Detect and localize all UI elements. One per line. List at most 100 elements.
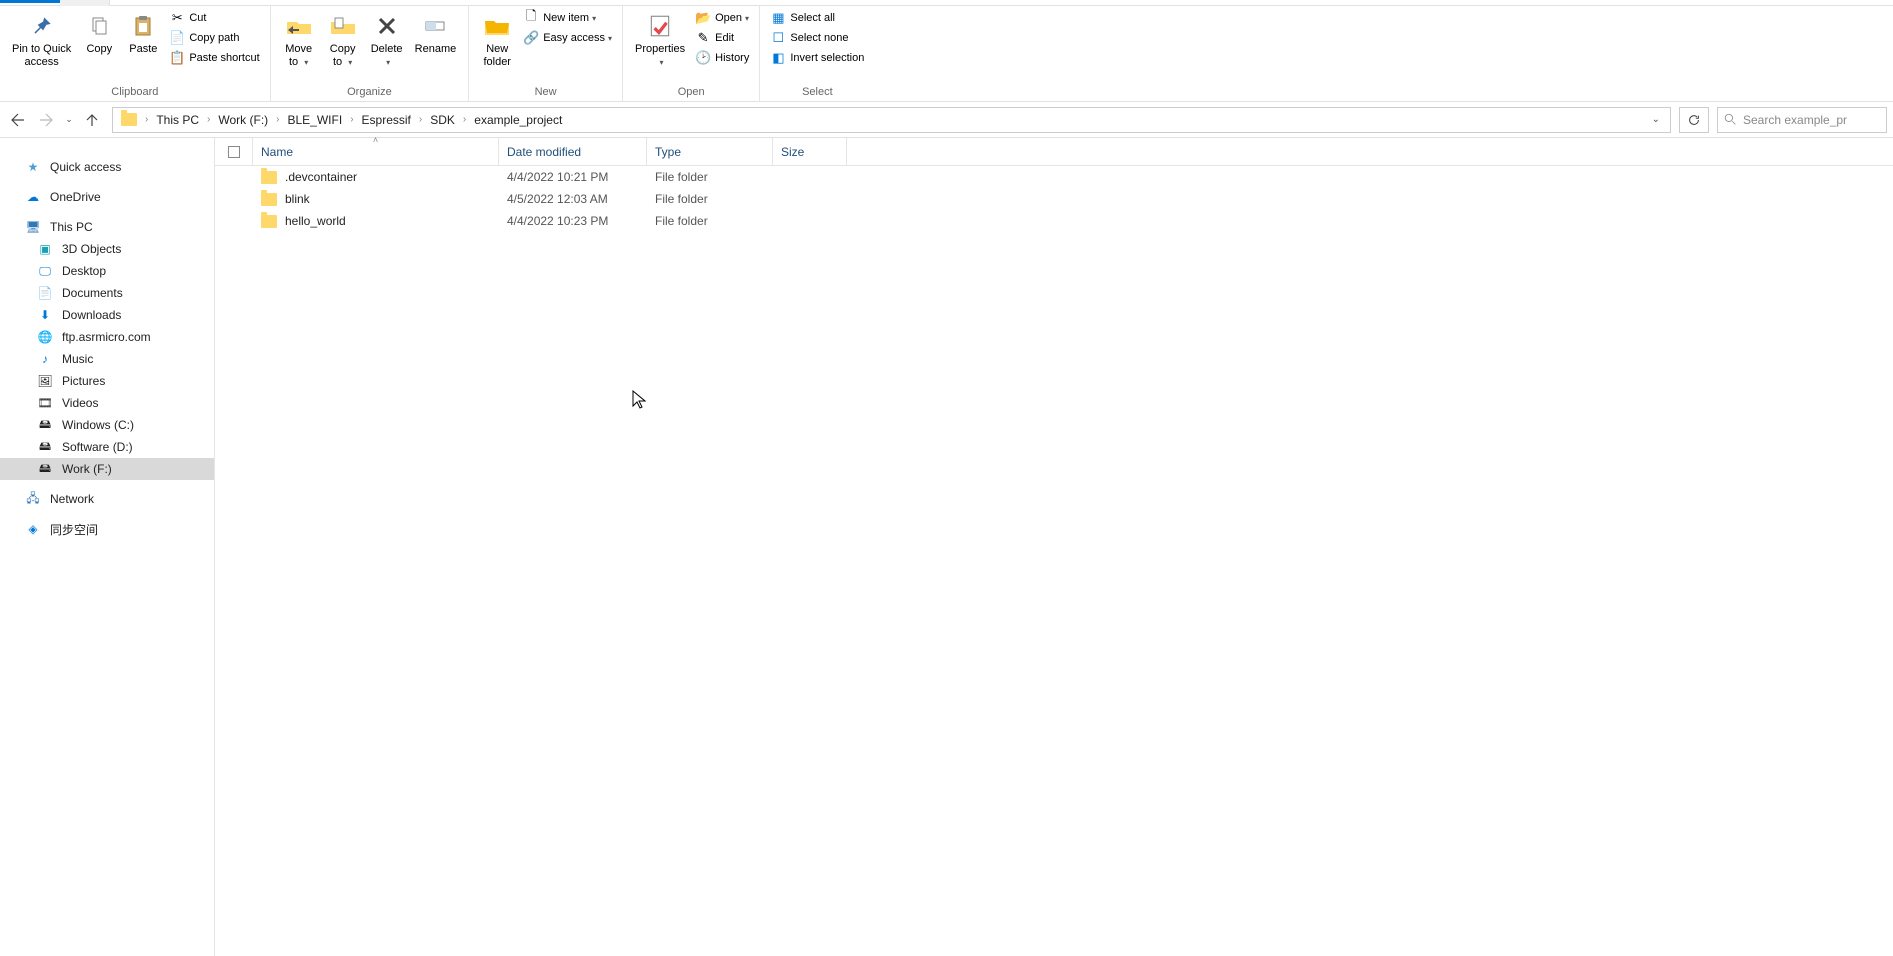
sidebar-label: Work (F:) [62, 462, 112, 476]
delete-label: Delete▾ [371, 43, 403, 69]
sidebar-item-onedrive[interactable]: ☁ OneDrive [0, 186, 214, 208]
sidebar-item-work-f[interactable]: 🖴 Work (F:) [0, 458, 214, 480]
column-name[interactable]: Name ˄ [253, 138, 499, 165]
sidebar-item-documents[interactable]: 📄 Documents [0, 282, 214, 304]
pin-to-quick-access-button[interactable]: Pin to Quick access [6, 8, 77, 71]
easy-access-icon: 🔗 [523, 30, 539, 46]
ftp-icon: 🌐 [36, 328, 54, 346]
sidebar-item-downloads[interactable]: ⬇ Downloads [0, 304, 214, 326]
search-input[interactable]: Search example_pr [1717, 107, 1887, 133]
paste-shortcut-icon: 📋 [169, 50, 185, 66]
sidebar-item-quick-access[interactable]: ★ Quick access [0, 156, 214, 178]
documents-icon: 📄 [36, 284, 54, 302]
table-row[interactable]: blink4/5/2022 12:03 AMFile folder [215, 188, 1893, 210]
sidebar-item-this-pc[interactable]: 🖥 This PC [0, 216, 214, 238]
file-name-cell[interactable]: .devcontainer [253, 170, 499, 184]
folder-icon [261, 193, 277, 206]
column-size[interactable]: Size [773, 138, 847, 165]
tab-file-selected[interactable] [0, 0, 60, 3]
sidebar-item-ftp[interactable]: 🌐 ftp.asrmicro.com [0, 326, 214, 348]
select-none-label: Select none [790, 32, 848, 44]
edit-button[interactable]: ✎ Edit [691, 28, 753, 48]
select-all-button[interactable]: ▦ Select all [766, 8, 868, 28]
sidebar-item-music[interactable]: ♪ Music [0, 348, 214, 370]
breadcrumb-sep: › [141, 114, 152, 125]
invert-selection-label: Invert selection [790, 52, 864, 64]
sidebar-item-network[interactable]: 🖧 Network [0, 488, 214, 510]
breadcrumb-item[interactable]: BLE_WIFI [284, 113, 347, 127]
open-label: Open [715, 12, 742, 24]
column-name-label: Name [261, 145, 293, 159]
forward-button[interactable] [34, 108, 58, 132]
back-button[interactable] [6, 108, 30, 132]
move-to-button[interactable]: Move to ▾ [277, 8, 321, 71]
properties-label: Properties▾ [635, 43, 685, 69]
sidebar-item-desktop[interactable]: 🖵 Desktop [0, 260, 214, 282]
new-item-button[interactable]: 🗋 New item ▾ [519, 8, 616, 28]
drive-icon: 🖴 [36, 416, 54, 434]
rename-button[interactable]: Rename [409, 8, 463, 58]
computer-icon: 🖥 [24, 218, 42, 236]
column-type[interactable]: Type [647, 138, 773, 165]
column-check[interactable] [215, 138, 253, 165]
breadcrumb-item[interactable]: SDK [426, 113, 459, 127]
sidebar-label: Network [50, 492, 94, 506]
open-group-label: Open [629, 84, 753, 102]
invert-selection-button[interactable]: ◧ Invert selection [766, 48, 868, 68]
column-type-label: Type [655, 145, 681, 159]
column-date[interactable]: Date modified [499, 138, 647, 165]
sidebar-label: Documents [62, 286, 123, 300]
properties-button[interactable]: Properties▾ [629, 8, 691, 71]
paste-shortcut-button[interactable]: 📋 Paste shortcut [165, 48, 263, 68]
breadcrumb-folder-icon [117, 113, 141, 126]
delete-button[interactable]: Delete▾ [365, 8, 409, 71]
column-size-label: Size [781, 145, 804, 159]
file-name-cell[interactable]: blink [253, 192, 499, 206]
copy-button[interactable]: Copy [77, 8, 121, 58]
open-button[interactable]: 📂 Open ▾ [691, 8, 753, 28]
refresh-button[interactable] [1679, 107, 1709, 133]
sidebar-item-windows-c[interactable]: 🖴 Windows (C:) [0, 414, 214, 436]
sidebar-label: 3D Objects [62, 242, 121, 256]
new-folder-button[interactable]: New folder [475, 8, 519, 71]
history-button[interactable]: 🕑 History [691, 48, 753, 68]
sync-icon: ◈ [24, 520, 42, 538]
table-row[interactable]: hello_world4/4/2022 10:23 PMFile folder [215, 210, 1893, 232]
select-none-button[interactable]: ☐ Select none [766, 28, 868, 48]
cut-button[interactable]: ✂ Cut [165, 8, 263, 28]
new-item-icon: 🗋 [523, 10, 539, 26]
chevron-down-icon: ▾ [608, 34, 612, 43]
easy-access-label: Easy access [543, 32, 605, 44]
breadcrumb[interactable]: › This PC › Work (F:) › BLE_WIFI › Espre… [112, 107, 1671, 133]
sidebar-item-software-d[interactable]: 🖴 Software (D:) [0, 436, 214, 458]
breadcrumb-dropdown[interactable]: ⌄ [1646, 114, 1666, 125]
easy-access-button[interactable]: 🔗 Easy access ▾ [519, 28, 616, 48]
move-to-label: Move to ▾ [285, 43, 312, 69]
file-list-area: Name ˄ Date modified Type Size .devconta… [215, 138, 1893, 956]
sidebar-label: Downloads [62, 308, 121, 322]
cube-icon: ▣ [36, 240, 54, 258]
sidebar-label: Videos [62, 396, 98, 410]
breadcrumb-item[interactable]: This PC [152, 113, 203, 127]
music-icon: ♪ [36, 350, 54, 368]
scissors-icon: ✂ [169, 10, 185, 26]
up-button[interactable] [80, 108, 104, 132]
sidebar-item-videos[interactable]: 🎞 Videos [0, 392, 214, 414]
sidebar-item-3d-objects[interactable]: ▣ 3D Objects [0, 238, 214, 260]
copy-path-button[interactable]: 📄 Copy path [165, 28, 263, 48]
breadcrumb-item[interactable]: example_project [470, 113, 566, 127]
breadcrumb-item[interactable]: Espressif [358, 113, 415, 127]
breadcrumb-item[interactable]: Work (F:) [214, 113, 272, 127]
file-name-cell[interactable]: hello_world [253, 214, 499, 228]
file-date-cell: 4/4/2022 10:23 PM [499, 214, 647, 228]
select-all-checkbox[interactable] [228, 146, 240, 158]
copy-to-button[interactable]: Copy to ▾ [321, 8, 365, 71]
sidebar-item-pictures[interactable]: 🖼 Pictures [0, 370, 214, 392]
paste-button[interactable]: Paste [121, 8, 165, 58]
table-row[interactable]: .devcontainer4/4/2022 10:21 PMFile folde… [215, 166, 1893, 188]
recent-dropdown[interactable]: ⌄ [62, 108, 76, 132]
select-all-label: Select all [790, 12, 835, 24]
history-icon: 🕑 [695, 50, 711, 66]
sidebar-item-sync[interactable]: ◈ 同步空间 [0, 518, 214, 540]
paste-icon [127, 10, 159, 42]
